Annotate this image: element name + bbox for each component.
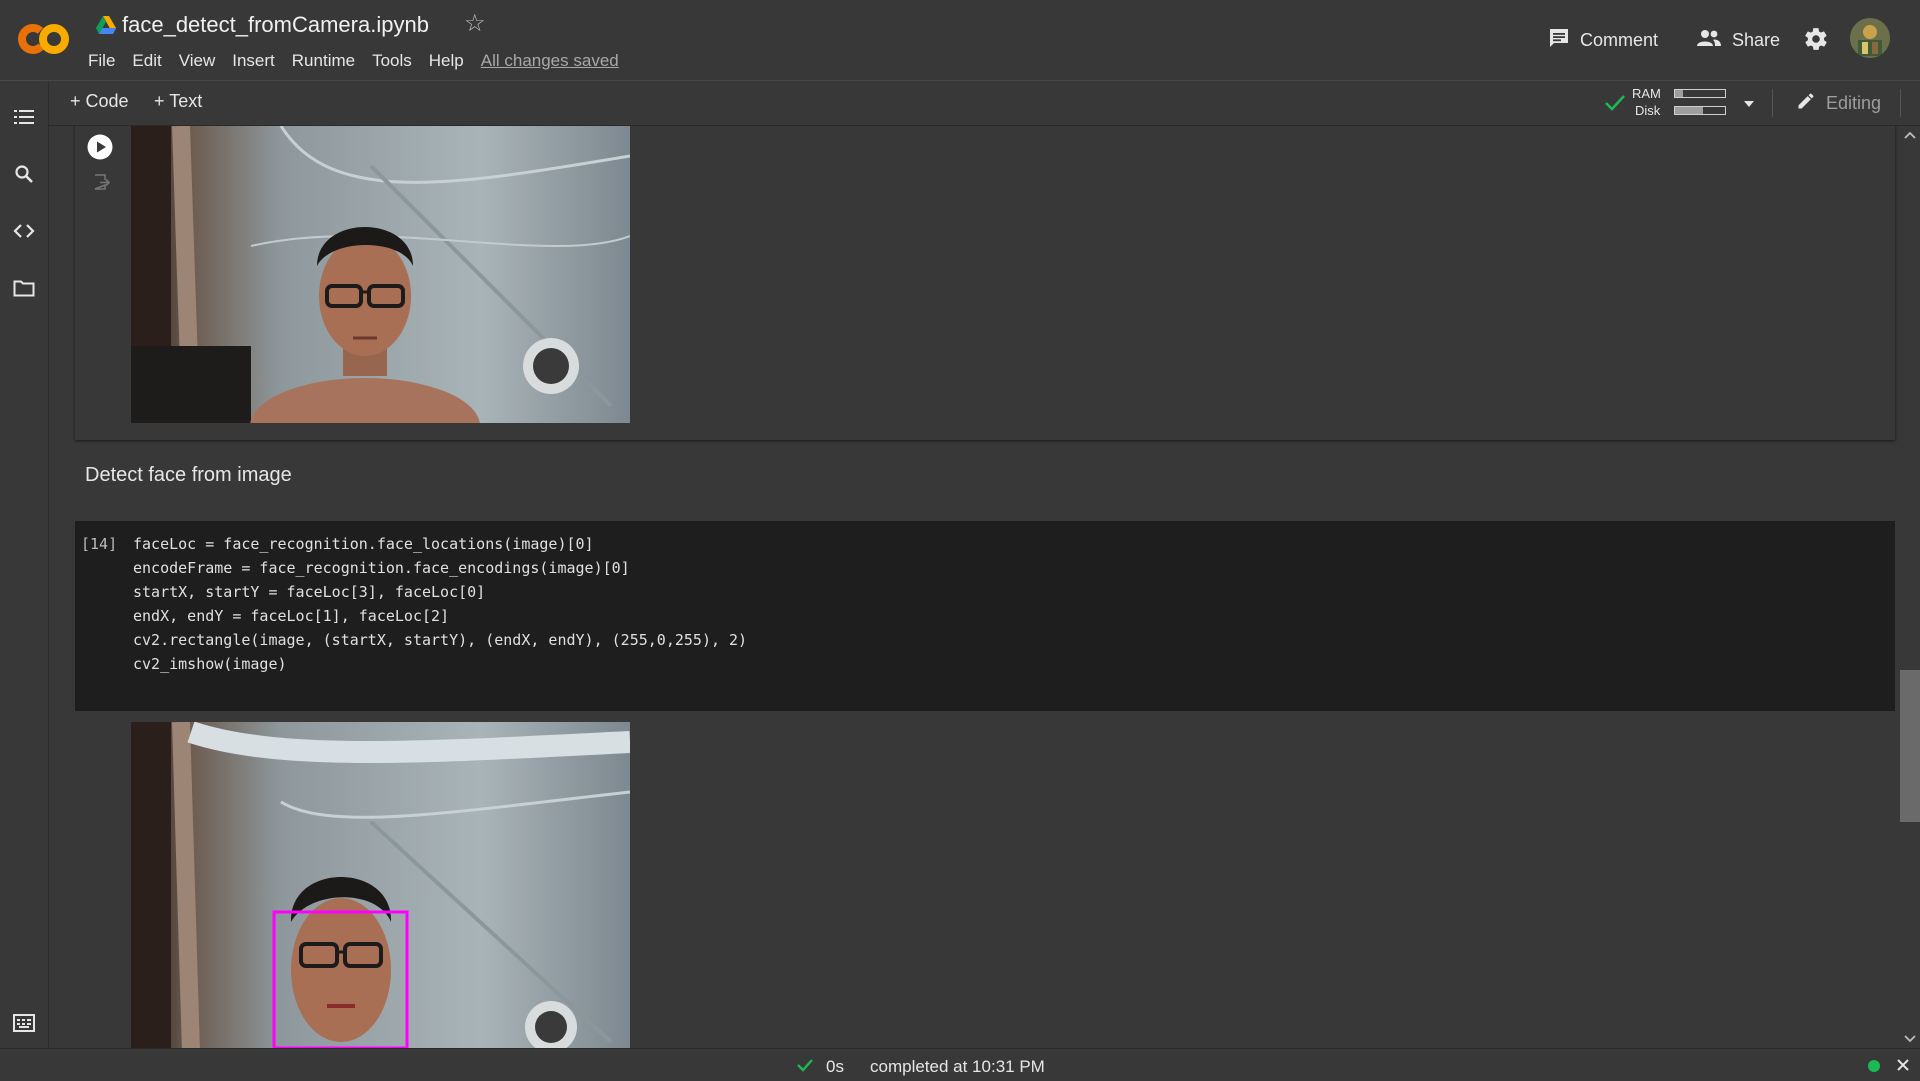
code-snippets-icon[interactable] bbox=[12, 219, 36, 243]
user-avatar[interactable] bbox=[1850, 18, 1890, 58]
gear-icon[interactable] bbox=[1803, 26, 1829, 52]
execution-count: [14] bbox=[81, 535, 118, 553]
code-line: faceLoc = face_recognition.face_location… bbox=[133, 535, 594, 553]
check-icon bbox=[796, 1057, 814, 1073]
table-of-contents-icon[interactable] bbox=[12, 105, 36, 129]
close-icon[interactable] bbox=[1896, 1058, 1910, 1072]
disk-meter[interactable] bbox=[1674, 106, 1726, 115]
camera-capture-image bbox=[131, 126, 630, 423]
menu-help[interactable]: Help bbox=[429, 51, 464, 71]
code-line: encodeFrame = face_recognition.face_enco… bbox=[133, 559, 630, 577]
search-icon[interactable] bbox=[12, 162, 36, 186]
scrollbar-thumb[interactable] bbox=[1900, 670, 1920, 822]
menu-tools[interactable]: Tools bbox=[372, 51, 412, 71]
share-button[interactable]: Share bbox=[1696, 26, 1780, 54]
scroll-up-icon[interactable] bbox=[1903, 128, 1917, 140]
add-code-button[interactable]: + Code bbox=[70, 91, 129, 112]
editing-mode-button[interactable]: Editing bbox=[1796, 91, 1881, 116]
ram-label: RAM bbox=[1632, 86, 1661, 101]
ram-meter[interactable] bbox=[1674, 89, 1726, 98]
execution-duration: 0s bbox=[826, 1057, 844, 1076]
code-line: cv2.rectangle(image, (startX, startY), (… bbox=[133, 631, 748, 649]
menu-bar: File Edit View Insert Runtime Tools Help… bbox=[88, 50, 619, 72]
comment-icon bbox=[1548, 28, 1570, 53]
menu-file[interactable]: File bbox=[88, 51, 115, 71]
menu-runtime[interactable]: Runtime bbox=[292, 51, 355, 71]
ram-meter-fill bbox=[1675, 90, 1683, 97]
save-status-link[interactable]: All changes saved bbox=[481, 51, 619, 71]
add-text-button[interactable]: + Text bbox=[154, 91, 202, 112]
menu-edit[interactable]: Edit bbox=[132, 51, 161, 71]
code-cell[interactable]: [14] faceLoc = face_recognition.face_loc… bbox=[75, 521, 1895, 711]
run-cell-icon[interactable] bbox=[87, 134, 113, 160]
google-drive-icon bbox=[96, 16, 116, 34]
scrollbar[interactable] bbox=[1899, 126, 1920, 1048]
execution-status-text[interactable]: completed at 10:31 PM bbox=[870, 1057, 1045, 1077]
files-icon[interactable] bbox=[12, 276, 36, 300]
disk-label: Disk bbox=[1635, 103, 1661, 118]
share-label: Share bbox=[1732, 29, 1781, 50]
code-line: startX, startY = faceLoc[3], faceLoc[0] bbox=[133, 583, 486, 601]
star-icon[interactable]: ☆ bbox=[464, 12, 486, 36]
comment-button[interactable]: Comment bbox=[1548, 26, 1658, 54]
menu-view[interactable]: View bbox=[179, 51, 216, 71]
notebook-toolbar: + Code + Text RAM Disk Editing bbox=[48, 81, 1920, 126]
notebook-title[interactable]: face_detect_fromCamera.ipynb bbox=[122, 12, 429, 38]
face-detection-output-image bbox=[131, 722, 630, 1048]
menu-insert[interactable]: Insert bbox=[232, 51, 275, 71]
check-icon bbox=[1604, 93, 1626, 113]
green-dot-icon bbox=[1868, 1060, 1880, 1072]
disk-meter-fill bbox=[1675, 107, 1703, 114]
text-cell[interactable]: Detect face from image bbox=[85, 464, 292, 487]
toolbar-divider bbox=[1900, 89, 1901, 117]
status-bar: 0s completed at 10:31 PM bbox=[0, 1048, 1920, 1081]
colab-logo-icon[interactable] bbox=[16, 14, 72, 64]
output-cell[interactable] bbox=[75, 126, 1895, 440]
notebook-area[interactable]: Detect face from image [14] faceLoc = fa… bbox=[49, 126, 1899, 1048]
comment-label: Comment bbox=[1580, 29, 1659, 50]
code-line: cv2_imshow(image) bbox=[133, 655, 287, 673]
people-icon bbox=[1696, 29, 1722, 52]
pencil-icon bbox=[1796, 91, 1816, 116]
left-sidebar bbox=[0, 81, 49, 1048]
triangle-down-icon[interactable] bbox=[1742, 96, 1756, 107]
terminal-icon[interactable] bbox=[12, 1011, 36, 1035]
scroll-down-icon[interactable] bbox=[1903, 1032, 1917, 1044]
header: face_detect_fromCamera.ipynb ☆ File Edit… bbox=[0, 0, 1920, 81]
editing-label: Editing bbox=[1826, 93, 1882, 113]
code-line: endX, endY = faceLoc[1], faceLoc[2] bbox=[133, 607, 450, 625]
output-actions-icon[interactable] bbox=[91, 172, 111, 192]
toolbar-divider bbox=[1772, 89, 1773, 117]
